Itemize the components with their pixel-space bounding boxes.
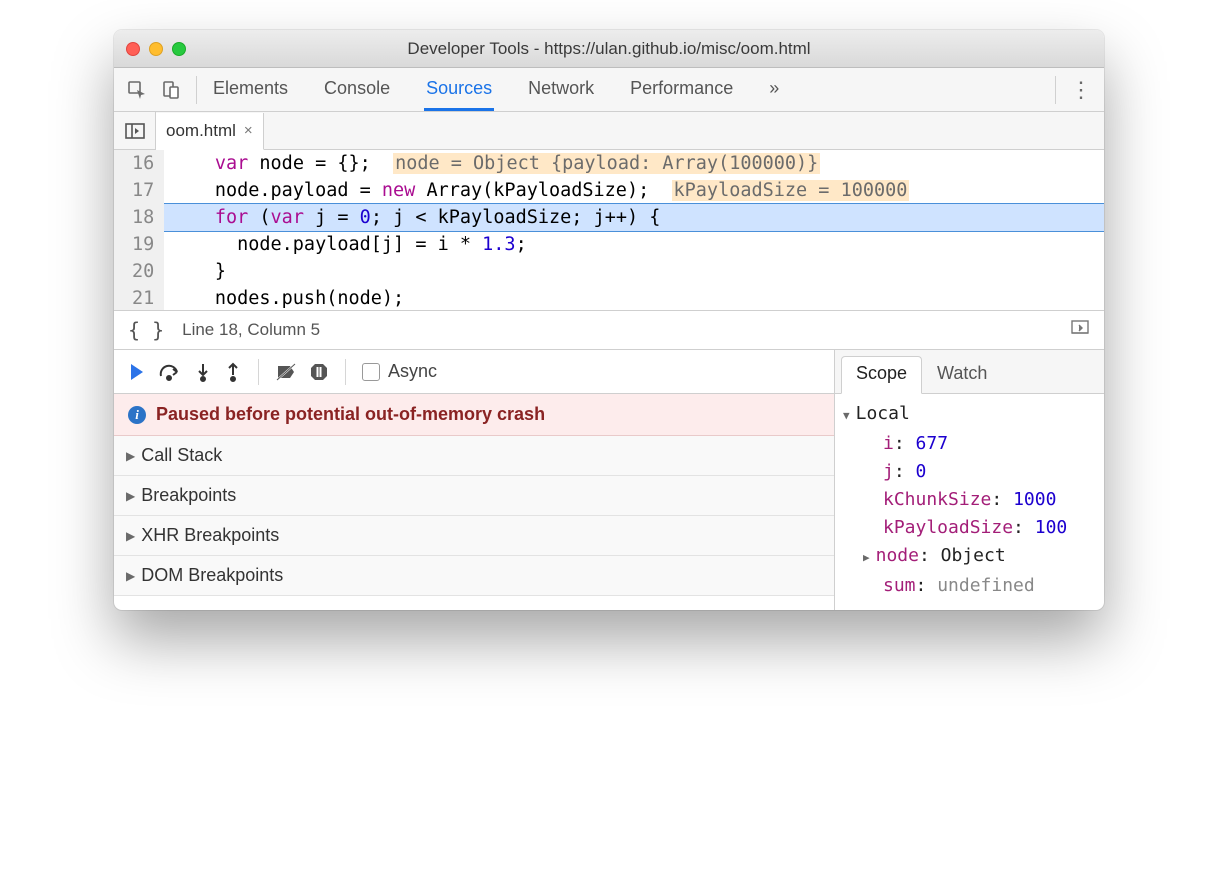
scope-body: Local i: 677j: 0kChunkSize: 1000kPayload… [835,394,1104,610]
code-line[interactable]: node.payload[j] = i * 1.3; [164,231,1104,258]
file-tab-name: oom.html [166,121,236,141]
section-call-stack[interactable]: ▶Call Stack [114,436,834,476]
code-line[interactable]: for (var j = 0; j < kPayloadSize; j++) { [164,204,1104,231]
info-icon: i [128,406,146,424]
editor-statusbar: { } Line 18, Column 5 [114,310,1104,350]
kebab-menu-icon[interactable]: ⋮ [1064,73,1098,107]
close-window-button[interactable] [126,42,140,56]
pretty-print-icon[interactable]: { } [128,318,164,342]
zoom-window-button[interactable] [172,42,186,56]
tabs-overflow-button[interactable]: » [767,68,781,111]
file-tabbar: oom.html × [114,112,1104,150]
code-line[interactable]: node.payload = new Array(kPayloadSize); … [164,177,1104,204]
deactivate-breakpoints-icon[interactable] [275,362,297,382]
scope-variable[interactable]: node: Object [843,542,1104,572]
code-line[interactable]: var node = {}; node = Object {payload: A… [164,150,1104,177]
step-into-icon[interactable] [194,362,212,382]
section-dom-breakpoints[interactable]: ▶DOM Breakpoints [114,556,834,596]
scope-variable: sum: undefined [843,572,1104,600]
file-tab[interactable]: oom.html × [156,113,264,150]
checkbox-icon[interactable] [362,363,380,381]
step-out-icon[interactable] [224,362,242,382]
scope-panel: Scope Watch Local i: 677j: 0kChunkSize: … [834,350,1104,610]
code-editor[interactable]: 16171819202122 var node = {}; node = Obj… [114,150,1104,310]
scope-variable: kChunkSize: 1000 [843,486,1104,514]
async-label: Async [388,361,437,382]
traffic-lights [126,42,186,56]
pause-message: Paused before potential out-of-memory cr… [156,404,545,425]
panel-tabs: Elements Console Sources Network Perform… [205,68,781,111]
pause-banner: i Paused before potential out-of-memory … [114,394,834,436]
tab-console[interactable]: Console [322,68,392,111]
close-file-icon[interactable]: × [244,122,253,139]
tab-performance[interactable]: Performance [628,68,735,111]
devtools-tabbar: Elements Console Sources Network Perform… [114,68,1104,112]
tab-sources[interactable]: Sources [424,68,494,111]
line-gutter: 16171819202122 [114,150,164,310]
code-line[interactable]: } [164,258,1104,285]
navigator-toggle-icon[interactable] [114,112,156,149]
code-body[interactable]: var node = {}; node = Object {payload: A… [164,150,1104,310]
resume-icon[interactable] [124,362,146,382]
section-xhr-breakpoints[interactable]: ▶XHR Breakpoints [114,516,834,556]
async-checkbox[interactable]: Async [362,361,437,382]
code-line[interactable]: nodes.push(node); [164,285,1104,310]
titlebar: Developer Tools - https://ulan.github.io… [114,30,1104,68]
cursor-position: Line 18, Column 5 [182,320,320,340]
tab-elements[interactable]: Elements [211,68,290,111]
scope-variable: kPayloadSize: 100 [843,514,1104,542]
debugger-left: Async i Paused before potential out-of-m… [114,350,834,610]
scope-variable: i: 677 [843,430,1104,458]
debugger-pane: Async i Paused before potential out-of-m… [114,350,1104,610]
tab-watch[interactable]: Watch [922,356,1002,393]
pause-on-exceptions-icon[interactable] [309,362,329,382]
device-toolbar-icon[interactable] [154,73,188,107]
devtools-window: Developer Tools - https://ulan.github.io… [114,30,1104,610]
tab-network[interactable]: Network [526,68,596,111]
scope-local[interactable]: Local [843,400,1104,430]
debug-toolbar: Async [114,350,834,394]
coverage-toggle-icon[interactable] [1070,319,1090,342]
scope-variable: j: 0 [843,458,1104,486]
step-over-icon[interactable] [158,362,182,382]
scope-tabs: Scope Watch [835,350,1104,394]
inspect-element-icon[interactable] [120,73,154,107]
tab-scope[interactable]: Scope [841,356,922,394]
window-title: Developer Tools - https://ulan.github.io… [114,39,1104,59]
minimize-window-button[interactable] [149,42,163,56]
section-breakpoints[interactable]: ▶Breakpoints [114,476,834,516]
